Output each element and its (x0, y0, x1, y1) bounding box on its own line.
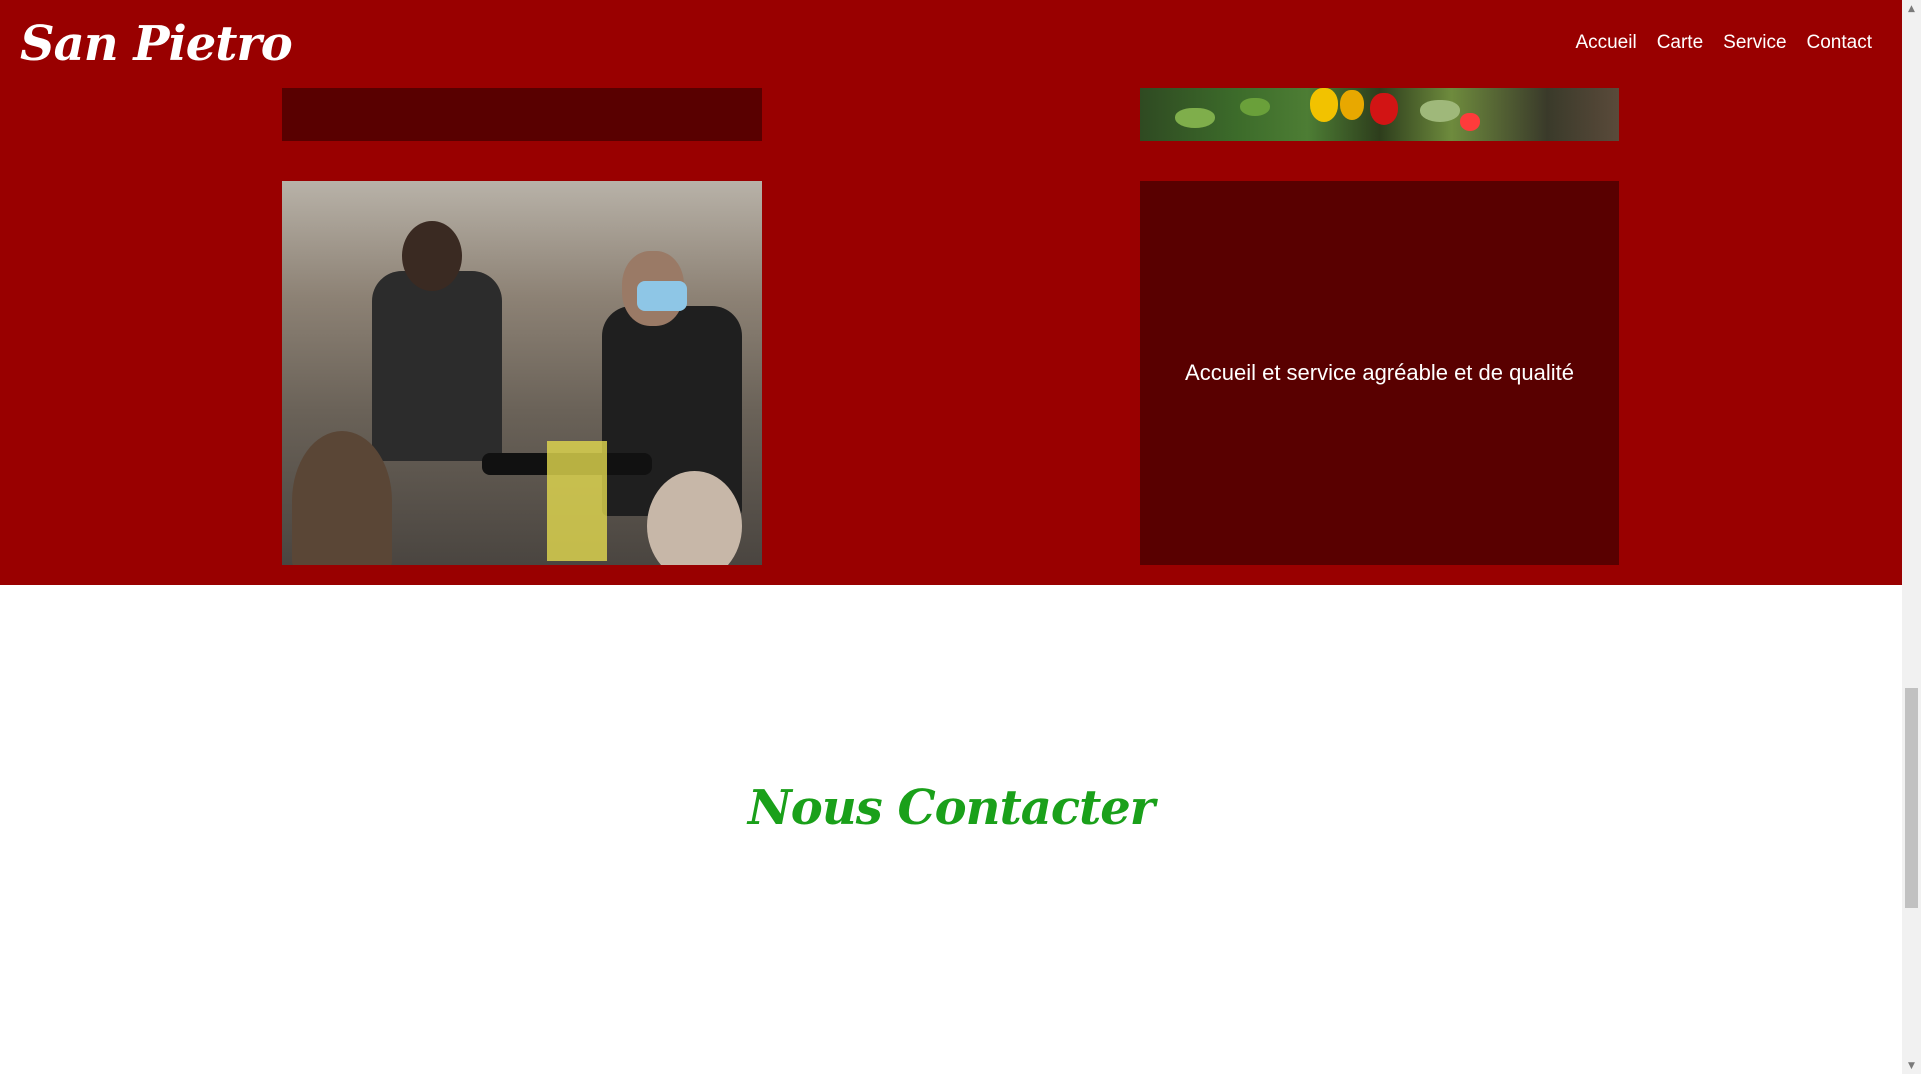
nav-link-carte[interactable]: Carte (1657, 32, 1703, 54)
service-card-text: Accueil et service agréable et de qualit… (1185, 360, 1574, 385)
page: Accueil et service agréable et de qualit… (0, 0, 1921, 1074)
main-nav: Accueil Carte Service Contact (1575, 32, 1872, 54)
nav-link-service[interactable]: Service (1723, 32, 1786, 54)
navbar: San Pietro Accueil Carte Service Contact (0, 0, 1902, 88)
service-card: Accueil et service agréable et de qualit… (1140, 181, 1619, 565)
waiter-photo (282, 181, 762, 565)
brand-logo[interactable]: San Pietro (20, 14, 293, 74)
scroll-up-icon[interactable]: ▲ (1902, 0, 1921, 17)
scrollbar[interactable]: ▲ ▼ (1902, 0, 1921, 1074)
contact-title: Nous Contacter (747, 780, 1155, 836)
scroll-thumb[interactable] (1905, 688, 1918, 908)
nav-link-contact[interactable]: Contact (1807, 32, 1872, 54)
scroll-down-icon[interactable]: ▼ (1902, 1057, 1921, 1074)
nav-link-accueil[interactable]: Accueil (1575, 32, 1636, 54)
vegetables-image (1140, 88, 1619, 141)
service-card-top (282, 88, 762, 141)
